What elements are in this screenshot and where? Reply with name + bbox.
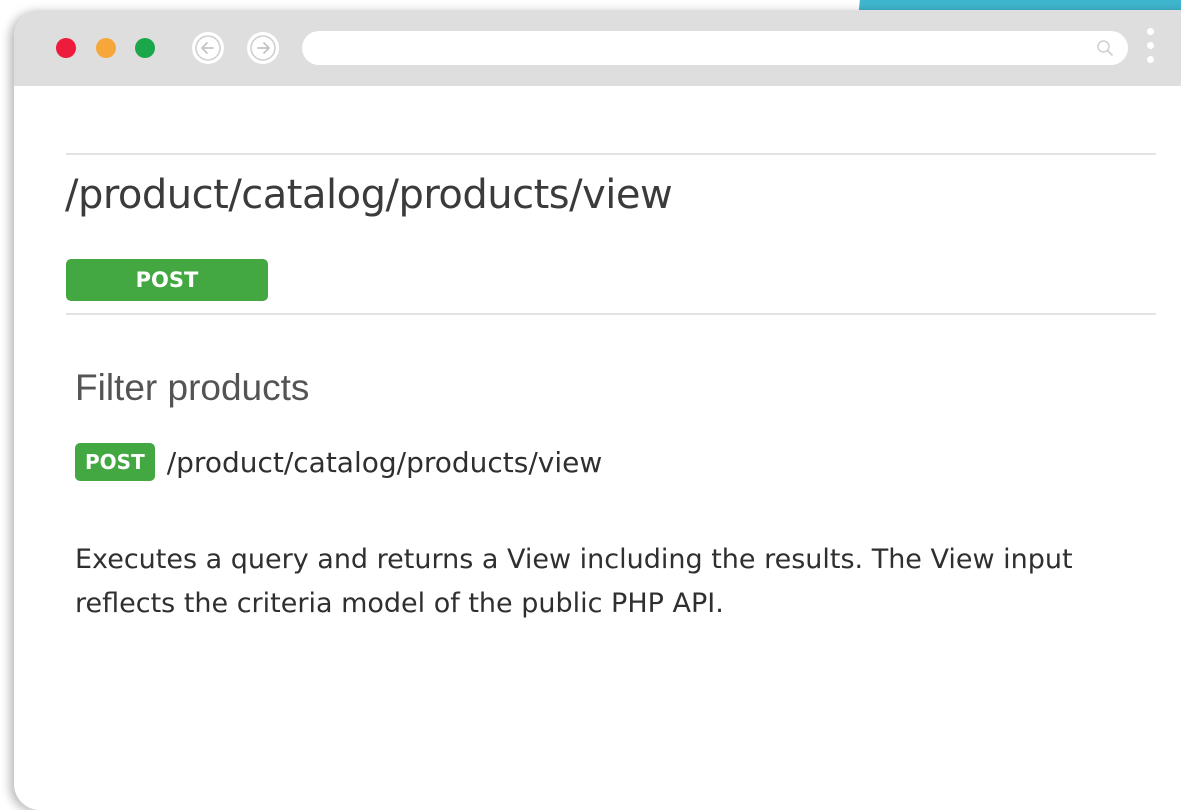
operation-heading: Filter products	[75, 367, 310, 408]
divider	[66, 313, 1156, 315]
kebab-menu-icon[interactable]	[1145, 28, 1155, 72]
address-bar[interactable]	[302, 31, 1128, 65]
search-icon[interactable]	[1096, 39, 1114, 57]
arrow-left-icon	[195, 35, 221, 61]
browser-window: /product/catalog/products/view POST Filt…	[14, 10, 1181, 810]
method-label-bar[interactable]: POST	[66, 259, 268, 301]
close-window-dot[interactable]	[56, 38, 76, 58]
arrow-right-icon	[250, 35, 276, 61]
operation-description: Executes a query and returns a View incl…	[75, 544, 1073, 619]
method-badge: POST	[75, 443, 155, 481]
browser-titlebar	[14, 10, 1181, 86]
forward-button[interactable]	[247, 32, 279, 64]
operation-path: /product/catalog/products/view	[166, 445, 603, 479]
operation-endpoint-line[interactable]: POST /product/catalog/products/view	[75, 440, 602, 484]
maximize-window-dot[interactable]	[135, 38, 155, 58]
divider	[66, 153, 1156, 155]
endpoint-path-title: /product/catalog/products/view	[65, 172, 673, 218]
minimize-window-dot[interactable]	[96, 38, 116, 58]
back-button[interactable]	[192, 32, 224, 64]
